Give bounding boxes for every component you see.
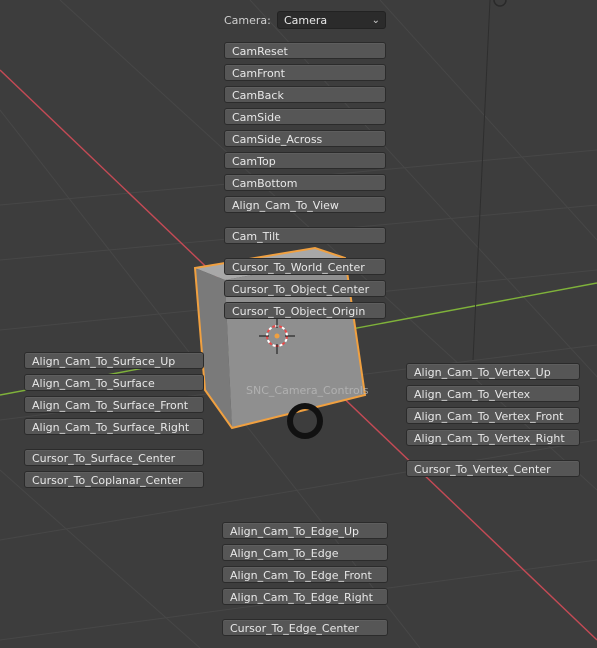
cursor-to-vertex-center-button[interactable]: Cursor_To_Vertex_Center [406, 460, 580, 477]
align-cam-to-vertex-right-button[interactable]: Align_Cam_To_Vertex_Right [406, 429, 580, 446]
chevron-down-icon: ⌄ [371, 15, 380, 26]
cursor-to-object-origin-button[interactable]: Cursor_To_Object_Origin [224, 302, 386, 319]
align-cam-to-edge-front-button[interactable]: Align_Cam_To_Edge_Front [222, 566, 388, 583]
align-cam-to-surface-front-button[interactable]: Align_Cam_To_Surface_Front [24, 396, 204, 413]
align-cam-to-edge-button[interactable]: Align_Cam_To_Edge [222, 544, 388, 561]
align-cam-to-edge-right-button[interactable]: Align_Cam_To_Edge_Right [222, 588, 388, 605]
cam-bottom-button[interactable]: CamBottom [224, 174, 386, 191]
cam-back-button[interactable]: CamBack [224, 86, 386, 103]
camera-select[interactable]: Camera ⌄ [277, 11, 386, 29]
cam-front-button[interactable]: CamFront [224, 64, 386, 81]
camera-select-label: Camera: [224, 14, 271, 27]
align-cam-to-view-button[interactable]: Align_Cam_To_View [224, 196, 386, 213]
cursor-to-edge-center-button[interactable]: Cursor_To_Edge_Center [222, 619, 388, 636]
cursor-to-world-center-button[interactable]: Cursor_To_World_Center [224, 258, 386, 275]
align-cam-to-edge-up-button[interactable]: Align_Cam_To_Edge_Up [222, 522, 388, 539]
align-cam-to-vertex-up-button[interactable]: Align_Cam_To_Vertex_Up [406, 363, 580, 380]
panel-overlay-label: SNC_Camera_Controls [246, 384, 369, 397]
cam-reset-button[interactable]: CamReset [224, 42, 386, 59]
cursor-to-surface-center-button[interactable]: Cursor_To_Surface_Center [24, 449, 204, 466]
align-cam-to-vertex-front-button[interactable]: Align_Cam_To_Vertex_Front [406, 407, 580, 424]
align-cam-to-surface-right-button[interactable]: Align_Cam_To_Surface_Right [24, 418, 204, 435]
cam-tilt-button[interactable]: Cam_Tilt [224, 227, 386, 244]
cursor-to-object-center-button[interactable]: Cursor_To_Object_Center [224, 280, 386, 297]
align-cam-to-vertex-button[interactable]: Align_Cam_To_Vertex [406, 385, 580, 402]
cam-side-across-button[interactable]: CamSide_Across [224, 130, 386, 147]
cam-top-button[interactable]: CamTop [224, 152, 386, 169]
align-cam-to-surface-up-button[interactable]: Align_Cam_To_Surface_Up [24, 352, 204, 369]
cam-side-button[interactable]: CamSide [224, 108, 386, 125]
cube-object [193, 246, 367, 430]
cursor-to-coplanar-center-button[interactable]: Cursor_To_Coplanar_Center [24, 471, 204, 488]
align-cam-to-surface-button[interactable]: Align_Cam_To_Surface [24, 374, 204, 391]
camera-select-value: Camera [284, 14, 328, 27]
